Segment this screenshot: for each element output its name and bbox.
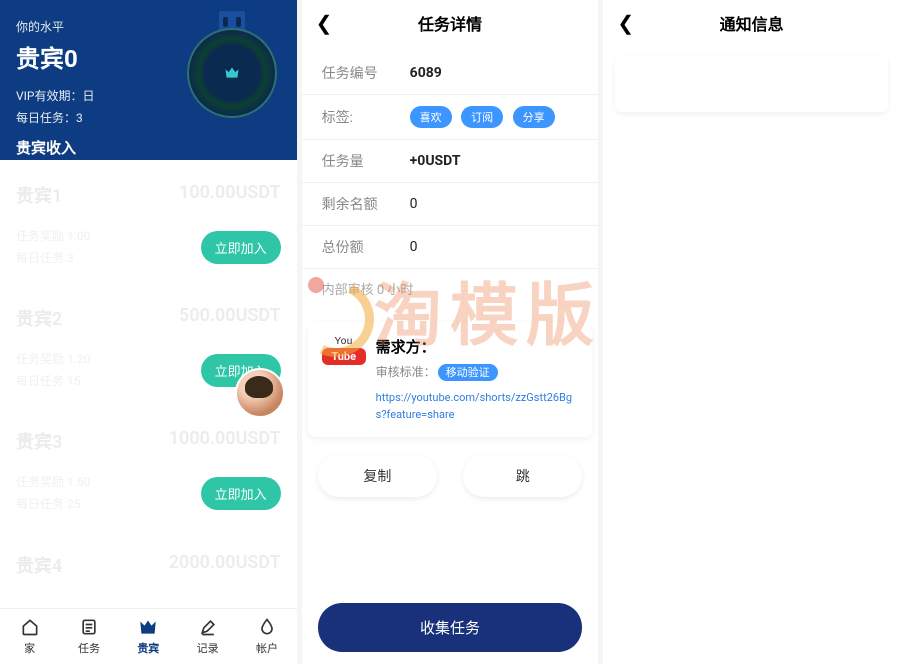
nav-bar: ❮ 任务详情 (302, 0, 599, 46)
tab-label: 帐户 (256, 640, 278, 656)
tab-tasks[interactable]: 任务 (59, 609, 118, 664)
vip-card-price: 500.00USDT (179, 305, 281, 331)
vip-header: 你的水平 贵宾0 VIP有效期：日 每日任务：3 贵宾收入 (0, 0, 297, 160)
page-title: 任务详情 (418, 11, 482, 35)
row-key: 任务量 (322, 151, 410, 171)
vip-card-stat: 任务奖励 1.00 (16, 226, 90, 248)
tab-label: 记录 (197, 640, 219, 656)
vip-card-stat: 每日任务 25 (16, 494, 90, 516)
tag-pill[interactable]: 喜欢 (410, 106, 452, 128)
tab-home[interactable]: 家 (0, 609, 59, 664)
vip-list[interactable]: 贵宾1 100.00USDT 任务奖励 1.00每日任务 3 立即加入 贵宾2 50… (0, 160, 297, 596)
notice-card[interactable] (615, 56, 888, 112)
daily-task-label: 每日任务： (16, 111, 76, 125)
vip-card-stat: 任务奖励 1.20 (16, 349, 90, 371)
copy-button[interactable]: 复制 (318, 455, 437, 497)
requester-card: You Tube 需求方： 审核标准：移动验证 https://youtube.… (308, 322, 593, 437)
tab-label: 贵宾 (137, 640, 159, 656)
tab-label: 家 (24, 640, 35, 656)
page-title: 通知信息 (720, 11, 784, 35)
vip-card-name: 贵宾1 (16, 182, 62, 208)
vip-panel: 你的水平 贵宾0 VIP有效期：日 每日任务：3 贵宾收入 贵宾1 100.00U… (0, 0, 297, 664)
crown-icon (138, 617, 158, 637)
vip-crest-icon (187, 28, 277, 118)
vip-card[interactable]: 贵宾3 1000.00USDT 任务奖励 1.60每日任务 25 立即加入 (0, 410, 297, 533)
row-key: 标签: (322, 107, 410, 127)
vip-card-price: 100.00USDT (179, 182, 281, 208)
tab-account[interactable]: 帐户 (237, 609, 296, 664)
collect-task-button[interactable]: 收集任务 (318, 603, 583, 652)
back-icon[interactable]: ❮ (617, 11, 634, 35)
youtube-icon: You Tube (322, 336, 366, 365)
vip-card-price: 2000.00USDT (169, 552, 281, 578)
vip-card-stat: 每日任务 3 (16, 248, 90, 270)
join-button[interactable]: 立即加入 (201, 231, 281, 264)
vip-card-name: 贵宾2 (16, 305, 62, 331)
nav-bar: ❮ 通知信息 (603, 0, 900, 46)
verify-pill: 移动验证 (438, 364, 498, 381)
vip-card-price: 1000.00USDT (169, 428, 281, 454)
daily-task-value: 3 (76, 111, 83, 125)
join-button[interactable]: 立即加入 (201, 477, 281, 510)
vip-income-label[interactable]: 贵宾收入 (16, 137, 281, 158)
jump-button[interactable]: 跳 (463, 455, 582, 497)
vip-card-stat: 任务奖励 1.60 (16, 472, 90, 494)
notice-panel: ❮ 通知信息 (603, 0, 900, 664)
vip-card[interactable]: 贵宾2500.00USDT 任务奖励 1.20每日任务 15 立即加入 (0, 287, 297, 410)
task-id: 6089 (410, 65, 442, 81)
vip-card-name: 贵宾4 (16, 552, 62, 578)
total-value: 0 (410, 239, 418, 255)
drop-icon (257, 617, 277, 637)
vip-expiry-value: 日 (82, 89, 94, 103)
row-key: 剩余名额 (322, 194, 410, 214)
remaining-value: 0 (410, 196, 418, 212)
home-icon (20, 617, 40, 637)
vip-card[interactable]: 贵宾4 2000.00USDT (0, 534, 297, 596)
vip-expiry-label: VIP有效期： (16, 89, 82, 103)
tab-bar: 家 任务 贵宾 记录 帐户 (0, 608, 297, 664)
task-link[interactable]: https://youtube.com/shorts/zzGstt26Bgs?f… (376, 390, 579, 423)
row-key: 总份额 (322, 237, 410, 257)
back-icon[interactable]: ❮ (316, 11, 333, 35)
tab-label: 任务 (78, 640, 100, 656)
vip-card-name: 贵宾3 (16, 428, 62, 454)
tab-records[interactable]: 记录 (178, 609, 237, 664)
tag-pill[interactable]: 分享 (513, 106, 555, 128)
task-amount: +0USDT (410, 153, 461, 169)
row-key: 任务编号 (322, 63, 410, 83)
vip-card[interactable]: 贵宾1 100.00USDT 任务奖励 1.00每日任务 3 立即加入 (0, 164, 297, 287)
requester-title: 需求方： (376, 336, 579, 357)
agent-avatar-icon (235, 368, 285, 418)
vip-card-stat: 每日任务 15 (16, 371, 90, 393)
task-detail-panel: ❮ 任务详情 任务编号6089 标签: 喜欢 订阅 分享 任务量+0USDT 剩… (302, 0, 599, 664)
list-icon (79, 617, 99, 637)
tag-pill[interactable]: 订阅 (461, 106, 503, 128)
review-note: 内部审核 0 小时 (322, 269, 579, 308)
tab-vip[interactable]: 贵宾 (119, 609, 178, 664)
review-standard-label: 审核标准： (376, 365, 436, 379)
edit-icon (198, 617, 218, 637)
